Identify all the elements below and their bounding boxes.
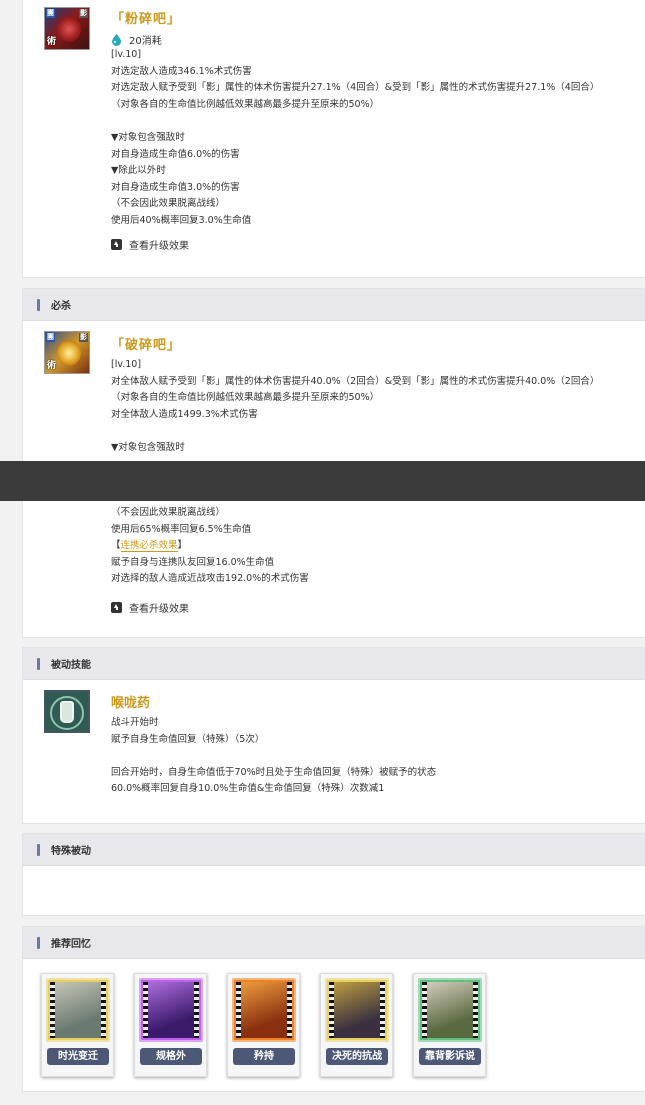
view-upgrade-button[interactable]: 查看升级效果	[111, 237, 189, 252]
description-line: 战斗开始时	[111, 717, 159, 728]
skill-icon-badge: 影	[79, 9, 88, 18]
memory-card[interactable]: 时光变迁	[41, 973, 114, 1077]
ultimate-description-lower: （不会因此效果脱离战线） 使用后65%概率回复6.5%生命值 【连携必杀效果】 赋…	[111, 505, 309, 588]
section-bar	[37, 843, 40, 856]
water-drop-icon	[112, 33, 121, 46]
description-line: 60.0%概率回复自身10.0%生命值&生命值回复（特殊）次数减1	[111, 783, 385, 795]
description-line: 对自身造成生命值3.0%的伤害	[111, 181, 240, 193]
view-upgrade-label: 查看升级效果	[129, 604, 189, 615]
memories-card: 推荐回忆 时光变迁 规格外 矜持 决死的抗战 靠背影诉说	[22, 926, 645, 1092]
memory-name: 时光变迁	[47, 1048, 109, 1065]
description-line: （不会因此效果脱离战线）	[111, 507, 226, 518]
upgrade-icon	[111, 602, 122, 613]
upgrade-icon	[111, 239, 122, 250]
description-line: （对象各自的生命值比例越低效果越高最多提升至原来的50%）	[111, 392, 380, 404]
section-header-passive: 被动技能	[23, 648, 645, 680]
description-line: [lv.10]	[111, 359, 142, 370]
memory-name: 决死的抗战	[326, 1048, 388, 1065]
ultimate-icon-tag: 術	[47, 361, 57, 371]
section-bar	[37, 936, 40, 949]
memory-card[interactable]: 矜持	[227, 973, 300, 1077]
description-line: （不会因此效果脱离战线）	[111, 198, 226, 210]
memory-name: 矜持	[233, 1048, 295, 1065]
ultimate-icon-badge: 影	[79, 333, 88, 342]
description-line: 对全体敌人赋予受到「影」属性的体术伤害提升40.0%（2回合）&受到「影」属性的…	[111, 375, 600, 387]
description-line: 对自身造成生命值6.0%的伤害	[111, 148, 240, 160]
skill-icon-badge: 團	[46, 9, 55, 18]
combo-ultimate-link[interactable]: 连携必杀效果	[120, 540, 178, 553]
description-line	[111, 113, 599, 130]
description-line: ▼对象包含强敌时	[111, 441, 185, 453]
passive-name: 喉咙药	[111, 696, 151, 711]
memory-image	[327, 980, 387, 1040]
ultimate-icon: 團 影 術	[44, 331, 90, 374]
description-line: ▼除此以外时	[111, 165, 166, 177]
combo-ultimate-line: 【连携必杀效果】	[111, 540, 188, 553]
view-upgrade-button[interactable]: 查看升级效果	[111, 600, 189, 615]
ultimate-name: 「破碎吧」	[111, 338, 182, 353]
memory-image	[141, 980, 201, 1040]
description-line: [lv.10]	[111, 49, 142, 60]
skill-description: [lv.10] 对选定敌人造成346.1%术式伤害对选定敌人赋予受到「影」属性的体…	[111, 47, 599, 230]
section-bar	[37, 298, 40, 311]
description-line: 回合开始时，自身生命值低于70%时且处于生命值回复（特殊）被赋予的状态	[111, 766, 437, 778]
description-line: 对选定敌人赋予受到「影」属性的体术伤害提升27.1%（4回合）&受到「影」属性的…	[111, 82, 600, 94]
description-line: 赋予自身与连携队友回复16.0%生命值	[111, 556, 275, 568]
memory-card[interactable]: 规格外	[134, 973, 207, 1077]
memory-name: 靠背影诉说	[419, 1048, 481, 1065]
description-line	[111, 423, 599, 440]
section-header-ultimate: 必杀	[23, 289, 645, 321]
description-line: 赋予自身生命值回复（特殊）（5次）	[111, 733, 265, 745]
section-title: 推荐回忆	[51, 939, 91, 950]
section-title: 特殊被动	[51, 846, 91, 857]
overlay-bar	[0, 461, 645, 501]
skill-name: 「粉碎吧」	[111, 12, 182, 27]
description-line: 对选择的敌人造成近战攻击192.0%的术式伤害	[111, 573, 309, 585]
memory-name: 规格外	[140, 1048, 202, 1065]
skill-cost-label: 20消耗	[129, 36, 162, 47]
ultimate-description: [lv.10] 对全体敌人赋予受到「影」属性的体术伤害提升40.0%（2回合）&受…	[111, 357, 599, 457]
memory-card[interactable]: 决死的抗战	[320, 973, 393, 1077]
skill-icon: 團 影 術	[44, 7, 90, 50]
memory-list: 时光变迁 规格外 矜持 决死的抗战 靠背影诉说	[41, 973, 506, 1077]
memory-image	[420, 980, 480, 1040]
ultimate-icon-badge: 團	[46, 333, 55, 342]
view-upgrade-label: 查看升级效果	[129, 241, 189, 252]
description-line: 对选定敌人造成346.1%术式伤害	[111, 65, 252, 77]
memory-image	[234, 980, 294, 1040]
skill-cost: 20消耗	[111, 32, 162, 47]
memory-card[interactable]: 靠背影诉说	[413, 973, 486, 1077]
description-line: （对象各自的生命值比例越低效果越高最多提升至原来的50%）	[111, 98, 380, 110]
section-header-memories: 推荐回忆	[23, 927, 645, 959]
description-line: 使用后65%概率回复6.5%生命值	[111, 523, 252, 535]
page: 團 影 術 「粉碎吧」 20消耗 [lv.10] 对选定敌人造成346.1%术式伤…	[8, 0, 645, 1105]
description-line	[111, 748, 436, 765]
section-header-special-passive: 特殊被动	[23, 834, 645, 866]
passive-card: 被动技能 喉咙药 战斗开始时赋予自身生命值回复（特殊）（5次） 回合开始时，自身生…	[22, 647, 645, 824]
section-title: 必杀	[51, 301, 71, 312]
passive-description: 战斗开始时赋予自身生命值回复（特殊）（5次） 回合开始时，自身生命值低于70%时且…	[111, 715, 436, 798]
skill-icon-tag: 術	[47, 37, 57, 47]
section-bar	[37, 657, 40, 670]
section-title: 被动技能	[51, 660, 91, 671]
description-line: 使用后40%概率回复3.0%生命值	[111, 214, 252, 226]
memory-image	[48, 980, 108, 1040]
skill-card: 團 影 術 「粉碎吧」 20消耗 [lv.10] 对选定敌人造成346.1%术式伤…	[22, 0, 645, 278]
throat-medicine-icon	[44, 690, 90, 733]
description-line: ▼对象包含强敌时	[111, 131, 185, 143]
special-passive-card: 特殊被动	[22, 833, 645, 916]
description-line: 对全体敌人造成1499.3%术式伤害	[111, 408, 258, 420]
